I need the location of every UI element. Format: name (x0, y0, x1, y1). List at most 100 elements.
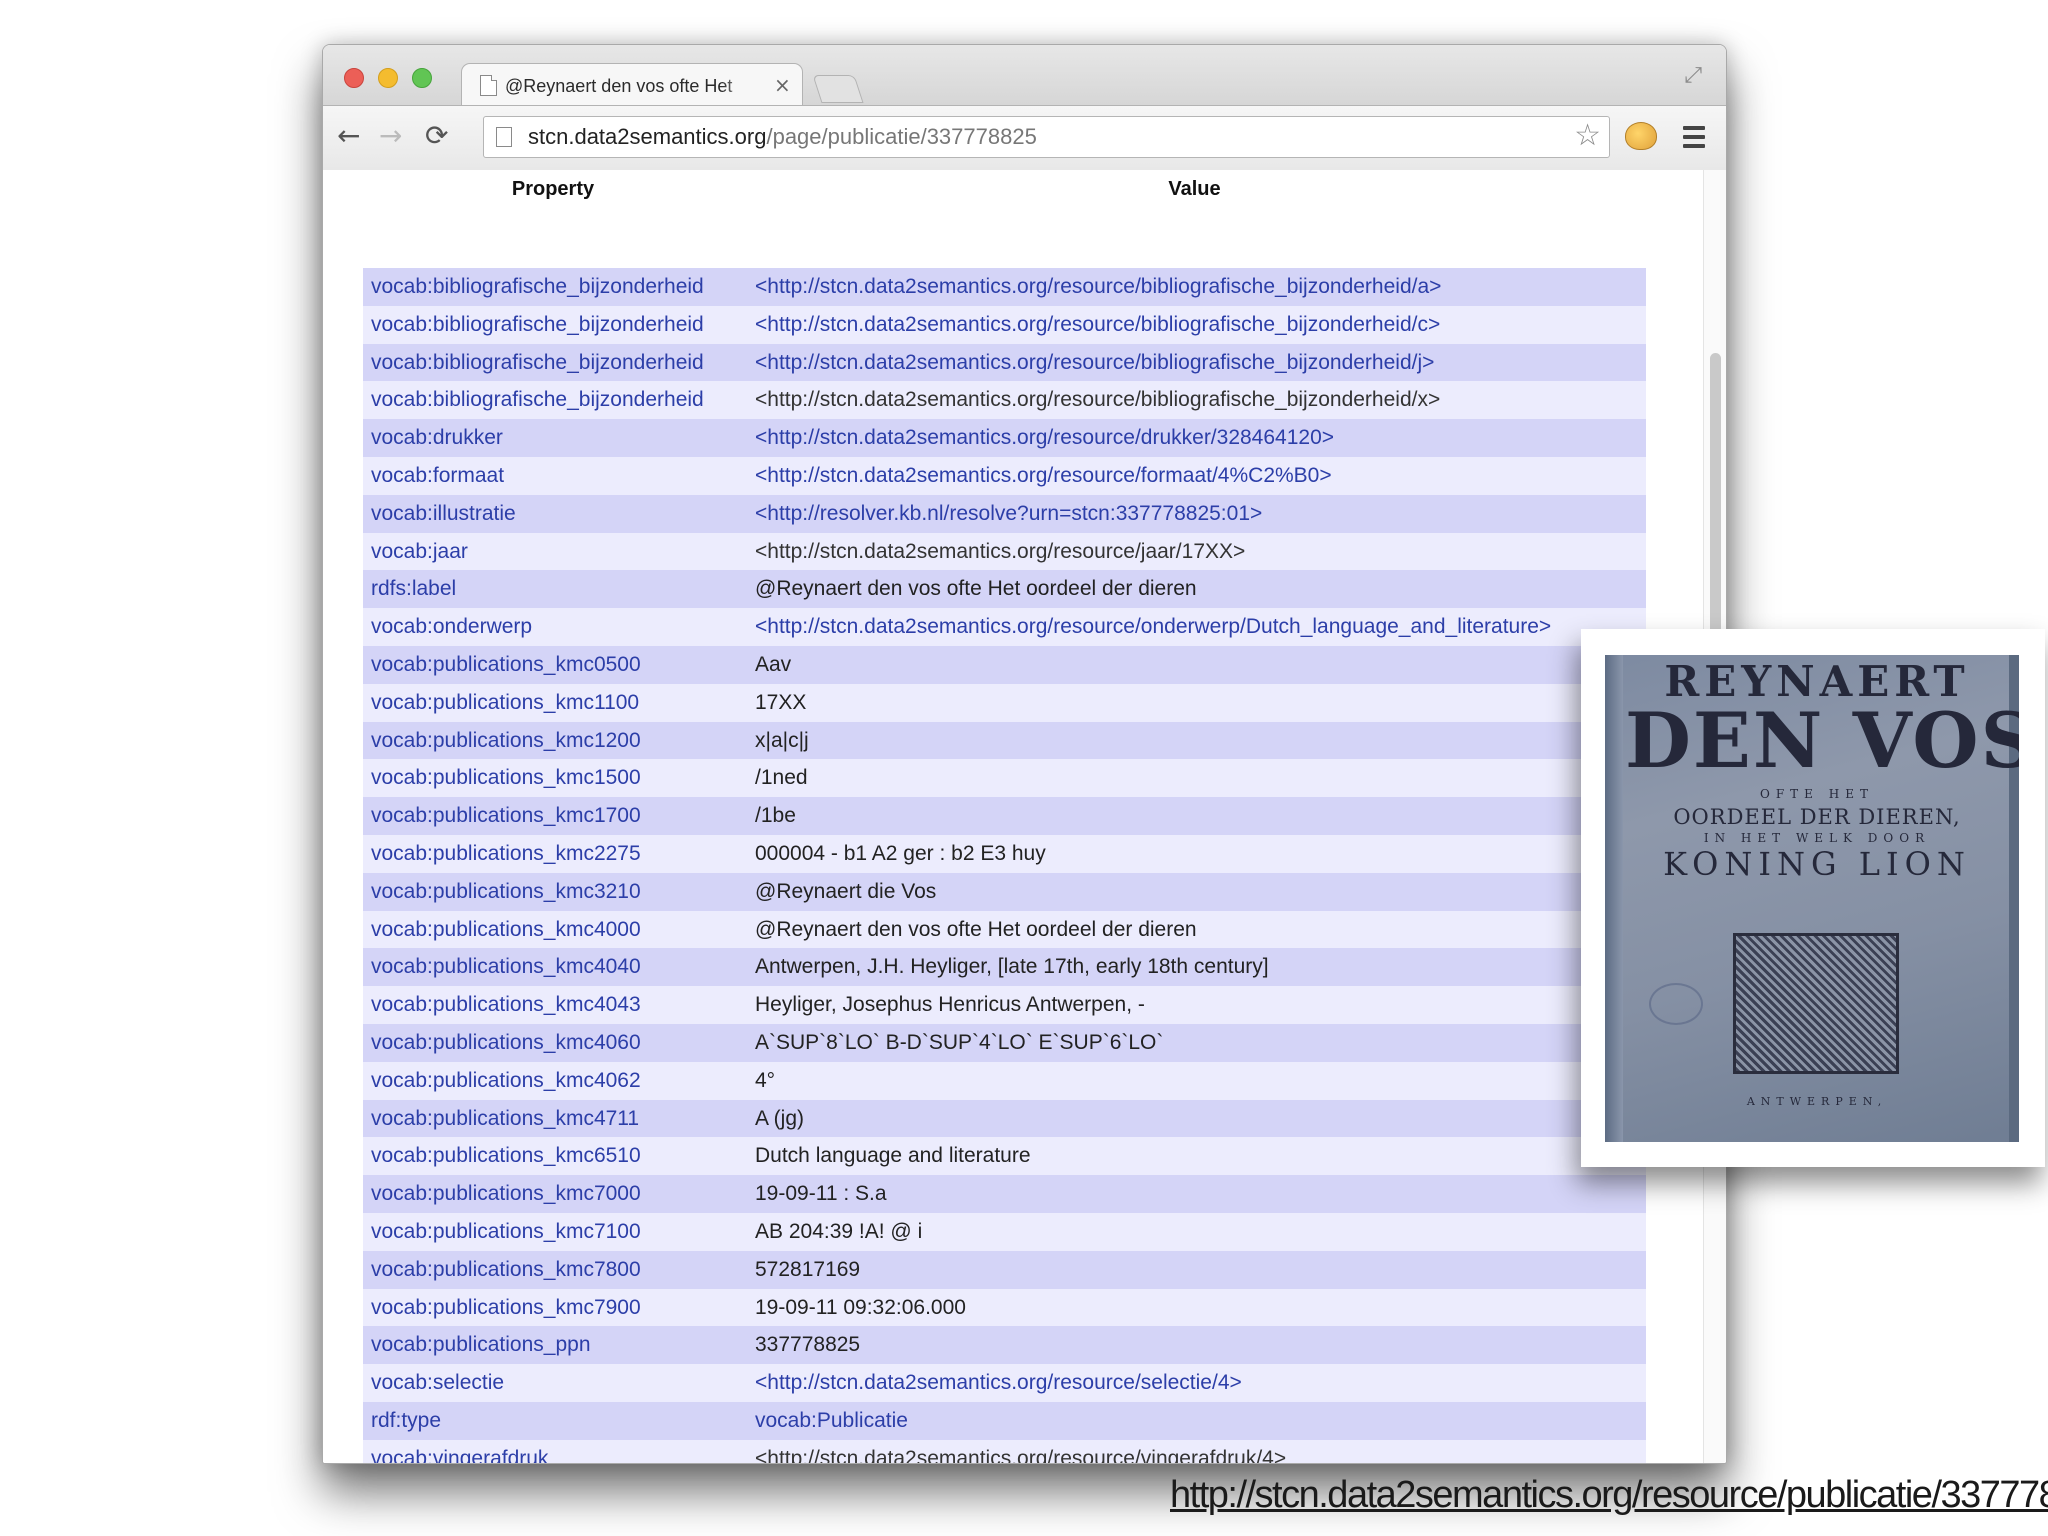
reload-button[interactable]: ⟳ (425, 118, 448, 154)
ruler-edge (1605, 655, 1623, 1142)
photo-line-3: OFTE HET (1760, 787, 1874, 801)
library-stamp (1649, 983, 1703, 1025)
photo-line-2: DEN VOS (1625, 696, 2019, 785)
url-host: stcn.data2semantics.org (528, 124, 767, 149)
table-row: vocab:publications_kmc7800 572817169 (363, 1250, 1646, 1289)
value-cell: 000004 - b1 A2 ger : b2 E3 huy (755, 841, 1046, 865)
value-cell[interactable]: <http://stcn.data2semantics.org/resource… (755, 306, 1440, 344)
property-cell[interactable]: vocab:selectie (371, 1364, 504, 1402)
property-cell[interactable]: vocab:drukker (371, 419, 503, 457)
table-row: vocab:publications_kmc1700/1be (363, 797, 1646, 835)
property-cell[interactable]: vocab:publications_kmc7800 (371, 1251, 641, 1289)
menu-icon[interactable] (1683, 126, 1705, 153)
address-bar[interactable]: stcn.data2semantics.org/page/publicatie/… (483, 116, 1610, 158)
property-cell[interactable]: vocab:bibliografische_bijzonderheid (371, 381, 704, 419)
value-cell[interactable]: <http://stcn.data2semantics.org/resource… (755, 1364, 1242, 1402)
close-window-button[interactable] (344, 68, 364, 88)
property-cell[interactable]: vocab:publications_kmc1100 (371, 684, 639, 722)
photo-line-5: IN HET WELK DOOR (1703, 831, 1931, 845)
value-cell: x|a|c|j (755, 728, 809, 752)
property-cell[interactable]: vocab:publications_kmc7100 (371, 1213, 641, 1251)
property-cell[interactable]: vocab:publications_kmc1700 (371, 797, 641, 835)
property-cell[interactable]: vocab:onderwerp (371, 608, 532, 646)
property-cell[interactable]: rdfs:label (371, 570, 456, 608)
value-cell: 337778825 (755, 1333, 861, 1357)
table-row: vocab:publications_kmc1100 17XX (363, 683, 1646, 722)
photo-line-4: OORDEEL DER DIEREN, (1673, 805, 1961, 829)
property-cell[interactable]: vocab:publications_kmc3210 (371, 873, 641, 911)
property-cell[interactable]: vocab:publications_ppn (371, 1326, 591, 1364)
table-row: vocab:publications_kmc4040 Antwerpen, J.H… (363, 948, 1646, 987)
new-tab-button[interactable] (812, 75, 864, 103)
tab-close-icon[interactable]: × (774, 73, 791, 97)
document-icon (480, 75, 497, 96)
table-row: vocab:publications_kmc4062 4° (363, 1061, 1646, 1100)
browser-toolbar: ← → ⟳ stcn.data2semantics.org/page/publi… (323, 105, 1726, 171)
minimize-window-button[interactable] (378, 68, 398, 88)
bookmark-star-icon[interactable]: ☆ (1574, 119, 1601, 153)
table-row: vocab:bibliografische_bijzonderheid <http… (363, 381, 1646, 420)
property-cell[interactable]: vocab:bibliografische_bijzonderheid (371, 344, 704, 382)
value-cell[interactable]: vocab:Publicatie (755, 1402, 908, 1440)
value-cell[interactable]: <http://stcn.data2semantics.org/resource… (755, 268, 1441, 306)
property-cell[interactable]: vocab:bibliografische_bijzonderheid (371, 268, 704, 306)
source-url-link[interactable]: http://stcn.data2semantics.org/resource/… (1170, 1474, 2048, 1517)
value-cell[interactable]: <http://stcn.data2semantics.org/resource… (755, 344, 1434, 382)
value-cell[interactable]: <http://stcn.data2semantics.org/resource… (755, 608, 1551, 646)
value-cell: 17XX (755, 690, 807, 714)
fullscreen-icon[interactable]: ⤢ (1684, 63, 1702, 88)
property-cell[interactable]: vocab:publications_kmc7900 (371, 1289, 641, 1327)
table-row: vocab:bibliografische_bijzonderheid <http… (363, 268, 1646, 306)
property-cell[interactable]: vocab:publications_kmc2275 (371, 835, 641, 873)
value-cell: @Reynaert die Vos (755, 879, 937, 903)
forward-button[interactable]: → (379, 118, 402, 154)
property-cell[interactable]: vocab:publications_kmc4060 (371, 1024, 641, 1062)
value-cell: 4° (755, 1068, 776, 1092)
table-row: vocab:vingerafdruk <http://stcn.data2sema… (363, 1439, 1646, 1463)
value-column-header: Value (1168, 178, 1221, 200)
property-cell[interactable]: vocab:publications_kmc4062 (371, 1062, 641, 1100)
zoom-window-button[interactable] (412, 68, 432, 88)
property-cell[interactable]: rdf:type (371, 1402, 441, 1440)
table-row: vocab:bibliografische_bijzonderheid <http… (363, 343, 1646, 382)
value-cell[interactable]: <http://resolver.kb.nl/resolve?urn=stcn:… (755, 495, 1262, 533)
table-row: vocab:bibliografische_bijzonderheid <http… (363, 305, 1646, 344)
property-cell[interactable]: vocab:publications_kmc4711 (371, 1100, 639, 1138)
property-cell[interactable]: vocab:publications_kmc7000 (371, 1175, 641, 1213)
property-cell[interactable]: vocab:publications_kmc0500 (371, 646, 641, 684)
table-row: vocab:illustratie <http://resolver.kb.nl/… (363, 494, 1646, 533)
property-cell[interactable]: vocab:illustratie (371, 495, 516, 533)
property-cell[interactable]: vocab:publications_kmc4043 (371, 986, 641, 1024)
property-cell[interactable]: vocab:jaar (371, 533, 468, 571)
title-page-photo: REYNAERT DEN VOS OFTE HET OORDEEL DER DI… (1581, 629, 2045, 1167)
active-tab[interactable]: @Reynaert den vos ofte Het × (461, 63, 803, 108)
table-row: vocab:publications_kmc4043 Heyliger, Jose… (363, 986, 1646, 1024)
back-button[interactable]: ← (337, 118, 360, 154)
photo-line-6: KONING LION (1663, 845, 1971, 883)
value-cell[interactable]: <http://stcn.data2semantics.org/resource… (755, 457, 1332, 495)
property-cell[interactable]: vocab:publications_kmc1200 (371, 722, 641, 760)
value-cell[interactable]: <http://stcn.data2semantics.org/resource… (755, 533, 1245, 571)
table-row: vocab:publications_kmc1200 x|a|c|j (363, 721, 1646, 760)
value-cell[interactable]: <http://stcn.data2semantics.org/resource… (755, 1440, 1286, 1463)
book-title-page-image: REYNAERT DEN VOS OFTE HET OORDEEL DER DI… (1605, 655, 2019, 1142)
property-cell[interactable]: vocab:bibliografische_bijzonderheid (371, 306, 704, 344)
browser-window: @Reynaert den vos ofte Het × ⤢ ← → ⟳ stc… (322, 44, 1727, 1464)
property-cell[interactable]: vocab:formaat (371, 457, 504, 495)
value-cell: AB 204:39 !A! @ i (755, 1219, 923, 1243)
value-cell[interactable]: <http://stcn.data2semantics.org/resource… (755, 381, 1440, 419)
extension-icon[interactable] (1625, 122, 1657, 150)
table-row: vocab:publications_kmc7000 19-09-11 : S.a (363, 1175, 1646, 1213)
property-cell[interactable]: vocab:publications_kmc4000 (371, 911, 641, 949)
table-row: vocab:jaar <http://stcn.data2semantics.or… (363, 532, 1646, 571)
value-cell: 19-09-11 09:32:06.000 (755, 1295, 966, 1319)
property-cell[interactable]: vocab:publications_kmc1500 (371, 759, 641, 797)
table-row: vocab:publications_kmc4000 @Reynaert den … (363, 910, 1646, 949)
property-cell[interactable]: vocab:publications_kmc4040 (371, 948, 641, 986)
table-row: vocab:publications_kmc7100 AB 204:39 !A! … (363, 1212, 1646, 1251)
tab-strip: @Reynaert den vos ofte Het × ⤢ (323, 45, 1726, 108)
value-cell[interactable]: <http://stcn.data2semantics.org/resource… (755, 419, 1334, 457)
property-cell[interactable]: vocab:vingerafdruk (371, 1440, 548, 1463)
property-cell[interactable]: vocab:publications_kmc6510 (371, 1137, 641, 1175)
url-text[interactable]: stcn.data2semantics.org/page/publicatie/… (528, 123, 1037, 151)
